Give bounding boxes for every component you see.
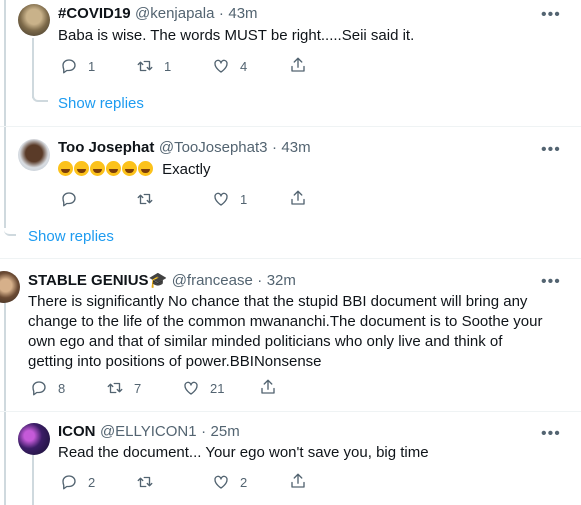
share-button[interactable]	[289, 56, 307, 74]
retweet-icon	[137, 193, 153, 205]
reply-icon	[32, 381, 46, 396]
retweet-icon	[107, 382, 123, 394]
share-button[interactable]	[289, 189, 307, 207]
user-handle[interactable]: @TooJosephat3	[159, 139, 268, 156]
tweet-time[interactable]: 43m	[228, 5, 257, 22]
rofl-emoji	[106, 161, 121, 176]
user-handle[interactable]: @kenjapala	[135, 5, 214, 22]
avatar-too-josephat[interactable]	[18, 139, 50, 171]
display-name[interactable]: #COVID19	[58, 5, 131, 22]
share-icon	[291, 190, 305, 205]
retweet-icon	[137, 476, 153, 488]
tweet-time[interactable]: 43m	[281, 139, 310, 156]
show-replies-link[interactable]: Show replies	[28, 228, 114, 245]
thread-line-stable	[4, 300, 6, 505]
tweet-time[interactable]: 32m	[267, 272, 296, 289]
tweet-text-line: getting into positions of power.BBINonse…	[28, 353, 322, 370]
tweet-header: ICON @ELLYICON1 · 25m	[58, 423, 240, 441]
tweet-header: Too Josephat @TooJosephat3 · 43m	[58, 139, 311, 157]
display-name[interactable]: Too Josephat	[58, 139, 154, 156]
share-icon	[291, 473, 305, 488]
show-replies-link[interactable]: Show replies	[58, 95, 144, 112]
tweet-time[interactable]: 25m	[211, 423, 240, 440]
like-count: 4	[240, 58, 248, 74]
like-button[interactable]: 1	[212, 190, 247, 208]
separator-dot: ·	[257, 272, 263, 289]
thread-line-outer	[4, 0, 6, 228]
laughing-emoji-row	[58, 161, 158, 178]
retweet-button[interactable]	[136, 473, 164, 491]
rofl-emoji	[58, 161, 73, 176]
separator-dot: ·	[271, 139, 277, 156]
retweet-button[interactable]: 7	[106, 379, 141, 397]
rofl-emoji	[138, 161, 153, 176]
tweet-text: Baba is wise. The words MUST be right...…	[58, 27, 415, 44]
divider	[0, 411, 581, 412]
more-icon[interactable]: •••	[541, 7, 561, 23]
like-icon	[214, 59, 228, 73]
reply-count: 8	[58, 380, 66, 396]
reply-button[interactable]: 2	[60, 473, 95, 491]
tweet-text-line: own ego and that of similar minded polit…	[28, 333, 503, 350]
tweet-text: Exactly	[162, 161, 211, 178]
like-button[interactable]: 4	[212, 57, 247, 75]
share-icon	[261, 379, 275, 394]
more-icon[interactable]: •••	[541, 142, 561, 158]
more-icon[interactable]: •••	[541, 426, 561, 442]
divider	[0, 126, 581, 127]
reply-button[interactable]: 8	[30, 379, 65, 397]
share-button[interactable]	[259, 378, 277, 396]
reply-button[interactable]: 1	[60, 57, 95, 75]
like-icon	[214, 192, 228, 206]
retweet-count: 1	[164, 58, 172, 74]
separator-dot: ·	[201, 423, 207, 440]
like-count: 1	[240, 191, 248, 207]
reply-icon	[62, 59, 76, 74]
avatar-icon[interactable]	[18, 423, 50, 455]
avatar-stable-genius[interactable]	[0, 271, 20, 303]
like-button[interactable]: 21	[182, 379, 224, 397]
like-icon	[184, 381, 198, 395]
reply-icon	[62, 475, 76, 490]
reply-icon	[62, 192, 76, 207]
like-count: 2	[240, 474, 248, 490]
thread-elbow-inner	[32, 90, 48, 102]
share-button[interactable]	[289, 472, 307, 490]
like-icon	[214, 475, 228, 489]
retweet-button[interactable]: 1	[136, 57, 171, 75]
rofl-emoji	[90, 161, 105, 176]
share-icon	[291, 57, 305, 72]
reply-count: 2	[88, 474, 96, 490]
reply-count: 1	[88, 58, 96, 74]
reply-button[interactable]	[60, 190, 88, 208]
like-count: 21	[210, 380, 225, 396]
tweet-text-line: There is significantly No chance that th…	[28, 293, 528, 310]
tweet-text: Read the document... Your ego won't save…	[58, 444, 429, 461]
retweet-icon	[137, 60, 153, 72]
tweet-text-line: change to the life of the common mwananc…	[28, 313, 543, 330]
display-name[interactable]: ICON	[58, 423, 96, 440]
tweet-text-line: Exactly	[58, 160, 211, 180]
rofl-emoji	[74, 161, 89, 176]
like-button[interactable]: 2	[212, 473, 247, 491]
tweet-header: #COVID19 @kenjapala · 43m	[58, 5, 258, 23]
divider	[0, 258, 581, 259]
tweet-text: There is significantly No chance that th…	[28, 292, 573, 372]
thread-line-icon	[32, 454, 34, 505]
display-name[interactable]: STABLE GENIUS🎓	[28, 272, 167, 289]
tweet-header: STABLE GENIUS🎓 @francease · 32m	[28, 271, 296, 290]
avatar-covid19[interactable]	[18, 4, 50, 36]
separator-dot: ·	[218, 5, 224, 22]
user-handle[interactable]: @ELLYICON1	[100, 423, 197, 440]
retweet-button[interactable]	[136, 190, 164, 208]
thread-elbow-outer	[4, 222, 16, 236]
retweet-count: 7	[134, 380, 142, 396]
user-handle[interactable]: @francease	[172, 272, 253, 289]
rofl-emoji	[122, 161, 137, 176]
more-icon[interactable]: •••	[541, 274, 561, 290]
thread-line-inner	[32, 38, 34, 98]
